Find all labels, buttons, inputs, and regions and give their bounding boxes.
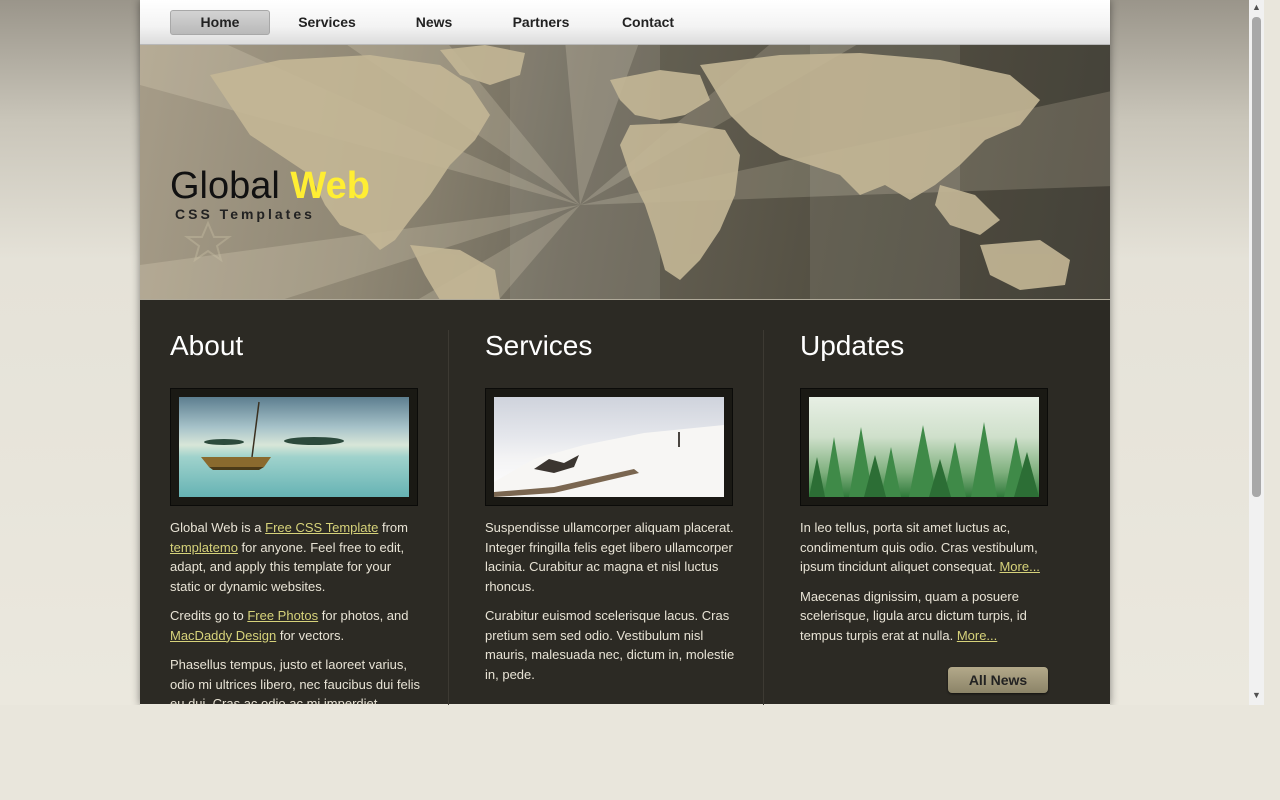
logo-subtitle: CSS Templates (175, 206, 315, 222)
macdaddy-design-link[interactable]: MacDaddy Design (170, 628, 276, 643)
updates-paragraph-1: In leo tellus, porta sit amet luctus ac,… (800, 518, 1055, 577)
site-container: Home Services News Partners Contact Glob… (140, 0, 1110, 705)
scroll-up-arrow-icon[interactable]: ▲ (1249, 0, 1264, 15)
column-divider (448, 330, 449, 705)
about-p2-text-b: for photos, and (318, 608, 409, 623)
about-paragraph-1: Global Web is a Free CSS Template from t… (170, 518, 425, 596)
browser-viewport: Home Services News Partners Contact Glob… (0, 0, 1249, 705)
services-column: Services Suspendisse ullamcorper aliquam… (485, 330, 740, 694)
forest-photo (809, 397, 1039, 497)
nav-services[interactable]: Services (277, 10, 377, 35)
about-p1-text-b: from (378, 520, 408, 535)
updates-column: Updates In leo tellus, porta sit amet lu… (800, 330, 1055, 655)
nav-contact[interactable]: Contact (598, 10, 698, 35)
about-image-frame (170, 388, 418, 506)
site-logo[interactable]: Global Web (170, 165, 370, 208)
snow-photo (494, 397, 724, 497)
about-p2-text-c: for vectors. (276, 627, 345, 643)
free-photos-link[interactable]: Free Photos (247, 608, 318, 623)
services-heading: Services (485, 330, 593, 361)
services-image-frame (485, 388, 733, 506)
services-paragraph-2: Curabitur euismod scelerisque lacus. Cra… (485, 608, 735, 682)
about-p1-text-a: Global Web is a (170, 520, 266, 535)
about-column: About Global Web is a Free CSS Template (170, 330, 425, 705)
scrollbar-thumb[interactable] (1252, 17, 1261, 497)
top-nav: Home Services News Partners Contact (140, 0, 1110, 45)
header-banner: Global Web CSS Templates (140, 45, 1110, 300)
boat-photo (179, 397, 409, 497)
nav-news[interactable]: News (384, 10, 484, 35)
nav-home[interactable]: Home (170, 10, 270, 35)
vertical-scrollbar[interactable]: ▲ ▼ (1249, 0, 1264, 705)
scroll-down-arrow-icon[interactable]: ▼ (1249, 688, 1264, 703)
free-css-template-link[interactable]: Free CSS Template (265, 520, 378, 535)
logo-main-text: Global (170, 165, 280, 207)
templatemo-link[interactable]: templatemo (170, 540, 238, 555)
about-paragraph-2: Credits go to Free Photos for photos, an… (170, 606, 425, 645)
about-heading: About (170, 330, 244, 361)
services-paragraph-1: Suspendisse ullamcorper aliquam placerat… (485, 520, 734, 594)
updates-paragraph-2: Maecenas dignissim, quam a posuere scele… (800, 587, 1055, 646)
more-link-1[interactable]: More... (999, 559, 1039, 574)
updates-image-frame (800, 388, 1048, 506)
about-p2-text-a: Credits go to (170, 608, 248, 623)
content-area: About Global Web is a Free CSS Template (140, 300, 1110, 705)
all-news-button[interactable]: All News (948, 667, 1048, 693)
column-divider-2 (763, 330, 764, 705)
nav-partners[interactable]: Partners (491, 10, 591, 35)
logo-accent-text: Web (290, 165, 370, 207)
about-paragraph-3: Phasellus tempus, justo et laoreet variu… (170, 657, 421, 705)
more-link-2[interactable]: More... (957, 628, 997, 643)
updates-heading: Updates (800, 330, 905, 361)
